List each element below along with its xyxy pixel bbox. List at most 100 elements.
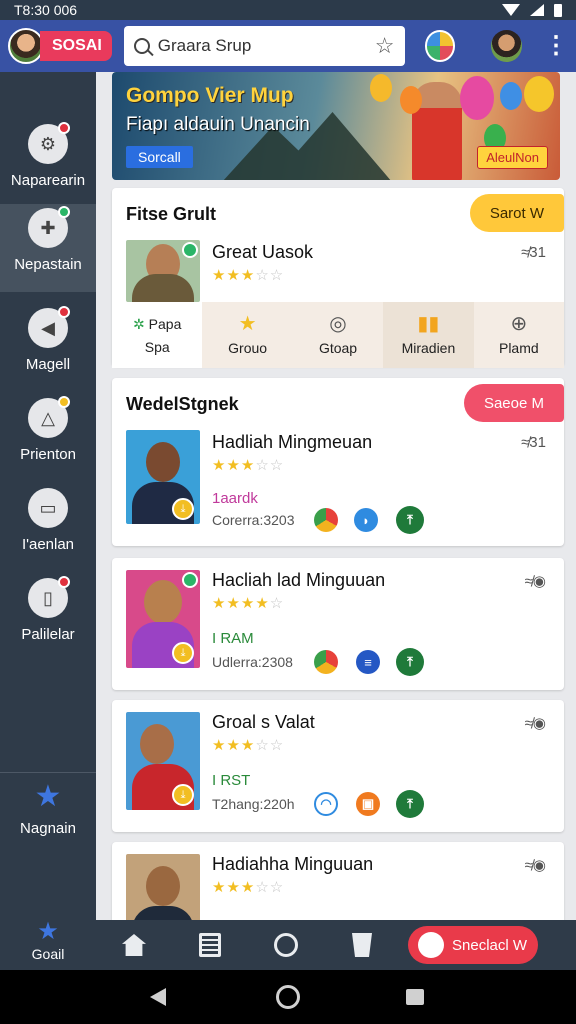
- favorite-star-icon[interactable]: ☆: [375, 33, 395, 59]
- banner-cta-button[interactable]: AleulNon: [477, 146, 548, 169]
- list-icon: [199, 933, 221, 957]
- item-meta: ≉◉: [524, 715, 546, 732]
- banner-title: Gompo Vier Mup: [126, 84, 294, 107]
- nav-list[interactable]: [172, 933, 248, 957]
- rating-stars: ★★★☆☆: [212, 879, 285, 896]
- banner-button[interactable]: Sorcall: [126, 146, 193, 168]
- search-input[interactable]: Graara Srup: [158, 36, 375, 56]
- star-icon: ★: [238, 313, 257, 335]
- list-item-thumbnail[interactable]: [126, 854, 200, 920]
- list-item-card: Hadiahha Minguuan ★★★☆☆ ≉◉: [112, 842, 564, 920]
- brand-label[interactable]: SOSAI: [40, 31, 112, 61]
- ball-icon[interactable]: [314, 650, 338, 674]
- item-meta: ≉31: [521, 434, 546, 451]
- section-heading: Fitse Grult: [126, 204, 217, 224]
- balloon-art: [370, 74, 392, 102]
- list-item-thumbnail[interactable]: ⤓: [126, 430, 200, 524]
- status-icons: [502, 3, 562, 17]
- sidebar-item-label: Nagnain: [20, 820, 76, 837]
- sidebar: ⚙ Naparearin ✚ Nepastain ◀ Magell △ Prie…: [0, 72, 96, 970]
- door-icon: ▯: [28, 576, 70, 618]
- category-gtoap[interactable]: ◎ Gtoap: [292, 302, 384, 368]
- sidebar-item-nagnain[interactable]: ★ Nagnain: [0, 782, 96, 870]
- list-item-title[interactable]: Groal s Valat: [212, 712, 315, 733]
- featured-card: Fitse Grult Sarot W Great Uasok ★★★☆☆ ≉3…: [112, 188, 565, 368]
- sidebar-item-label: Naparearin: [10, 172, 86, 189]
- water-icon[interactable]: ◠: [314, 792, 338, 816]
- sidebar-item-prienton[interactable]: △ Prienton: [0, 394, 96, 482]
- search-ring-icon: [274, 933, 298, 957]
- category-row: ✲ Papa Spa ★ Grouo ◎ Gtoap ▮▮ Miradien ⊕…: [112, 302, 565, 368]
- system-navigation-bar: [0, 970, 576, 1024]
- item-subtext: T2hang:220h: [212, 796, 295, 812]
- list-item-card: ⤓ Groal s Valat ★★★☆☆ ≉◉ I RST T2hang:22…: [112, 700, 564, 832]
- sidebar-item-label: Nepastain: [14, 256, 82, 273]
- search-icon: [133, 38, 150, 54]
- download-icon[interactable]: ⤒: [396, 790, 424, 818]
- category-plamd[interactable]: ⊕ Plamd: [473, 302, 565, 368]
- app-logo-icon[interactable]: [424, 30, 456, 62]
- item-tag: 1aardk: [212, 490, 258, 507]
- recents-icon[interactable]: [406, 989, 424, 1005]
- home-icon: [122, 934, 146, 956]
- nav-search[interactable]: [248, 933, 324, 957]
- coin-icon: ⤓: [172, 642, 194, 664]
- category-label: Miradien: [401, 340, 456, 356]
- nav-home[interactable]: [96, 934, 172, 956]
- list-item-thumbnail[interactable]: ⤓: [126, 570, 200, 668]
- item-meta: ≉◉: [524, 573, 546, 590]
- list-item-title[interactable]: Hadliah Mingmeuan: [212, 432, 372, 453]
- box-icon: ▭: [28, 488, 68, 528]
- more-options-icon[interactable]: ⋮: [544, 34, 568, 58]
- list-item-title[interactable]: Hacliah lad Minguuan: [212, 570, 385, 591]
- category-top-label: Papa: [148, 315, 182, 332]
- featured-thumbnail[interactable]: [126, 240, 200, 302]
- category-miradien[interactable]: ▮▮ Miradien: [383, 302, 474, 368]
- sidebar-item-palilelar[interactable]: ▯ Palilelar: [0, 574, 96, 662]
- item-subtext: Udlerra:2308: [212, 654, 293, 670]
- ball-icon[interactable]: [314, 508, 338, 532]
- box-icon[interactable]: ▣: [356, 792, 380, 816]
- flag-icon: ◀: [28, 306, 70, 348]
- category-spa[interactable]: ✲ Papa Spa: [112, 302, 203, 368]
- triangle-icon: △: [28, 396, 70, 438]
- list-item-title[interactable]: Hadiahha Minguuan: [212, 854, 373, 875]
- rating-stars: ★★★☆☆: [212, 267, 285, 284]
- sidebar-item-iaenlan[interactable]: ▭ I'aenlan: [0, 484, 96, 572]
- home-circle-icon[interactable]: [276, 985, 300, 1009]
- balloon-art: [400, 86, 422, 114]
- bottom-cta-button[interactable]: Sneclacl W: [408, 926, 538, 964]
- category-grouo[interactable]: ★ Grouo: [202, 302, 293, 368]
- featured-item-title[interactable]: Great Uasok: [212, 242, 313, 263]
- trash-icon: [352, 933, 372, 957]
- shield-icon[interactable]: ◗: [354, 508, 378, 532]
- sidebar-item-nepastain[interactable]: ✚ Nepastain: [0, 204, 96, 292]
- list-item-card: ⤓ Hacliah lad Minguuan ★★★★☆ ≉◉ I RAM Ud…: [112, 558, 564, 690]
- promo-banner[interactable]: Gompo Vier Mup Fiapı aldauin Unancin Sor…: [112, 72, 560, 180]
- featured-action-pill[interactable]: Sarot W: [469, 194, 564, 232]
- star-icon: ★: [37, 918, 59, 945]
- download-icon[interactable]: ⤒: [396, 506, 424, 534]
- list-item-thumbnail[interactable]: ⤓: [126, 712, 200, 810]
- status-bar: T8:30 006: [0, 0, 576, 20]
- back-icon[interactable]: [150, 988, 166, 1006]
- sidebar-item-naparearin[interactable]: ⚙ Naparearin: [0, 120, 96, 208]
- sidebar-item-magell[interactable]: ◀ Magell: [0, 304, 96, 392]
- section-action-pill[interactable]: Saeoe M: [463, 384, 564, 422]
- battery-icon: [554, 3, 562, 17]
- globe-icon: ⊕: [510, 313, 528, 335]
- download-icon[interactable]: ⤒: [396, 648, 424, 676]
- main-content: Gompo Vier Mup Fiapı aldauin Unancin Sor…: [96, 72, 576, 920]
- item-tag: I RST: [212, 772, 251, 789]
- list-section-card: WedelStgnek Saeoe M ⤓ Hadliah Mingmeuan …: [112, 378, 564, 546]
- item-meta: ≉31: [521, 244, 546, 261]
- nav-trash[interactable]: [324, 933, 400, 957]
- verified-badge-icon: [182, 572, 198, 588]
- gamepad-icon: ✚: [28, 206, 70, 248]
- profile-avatar[interactable]: [491, 30, 523, 62]
- user-avatar[interactable]: [8, 28, 44, 64]
- banner-subtitle: Fiapı aldauin Unancin: [126, 114, 310, 135]
- search-bar[interactable]: Graara Srup ☆: [123, 26, 405, 66]
- globe-icon[interactable]: ≡: [356, 650, 380, 674]
- target-icon: ◎: [329, 313, 347, 335]
